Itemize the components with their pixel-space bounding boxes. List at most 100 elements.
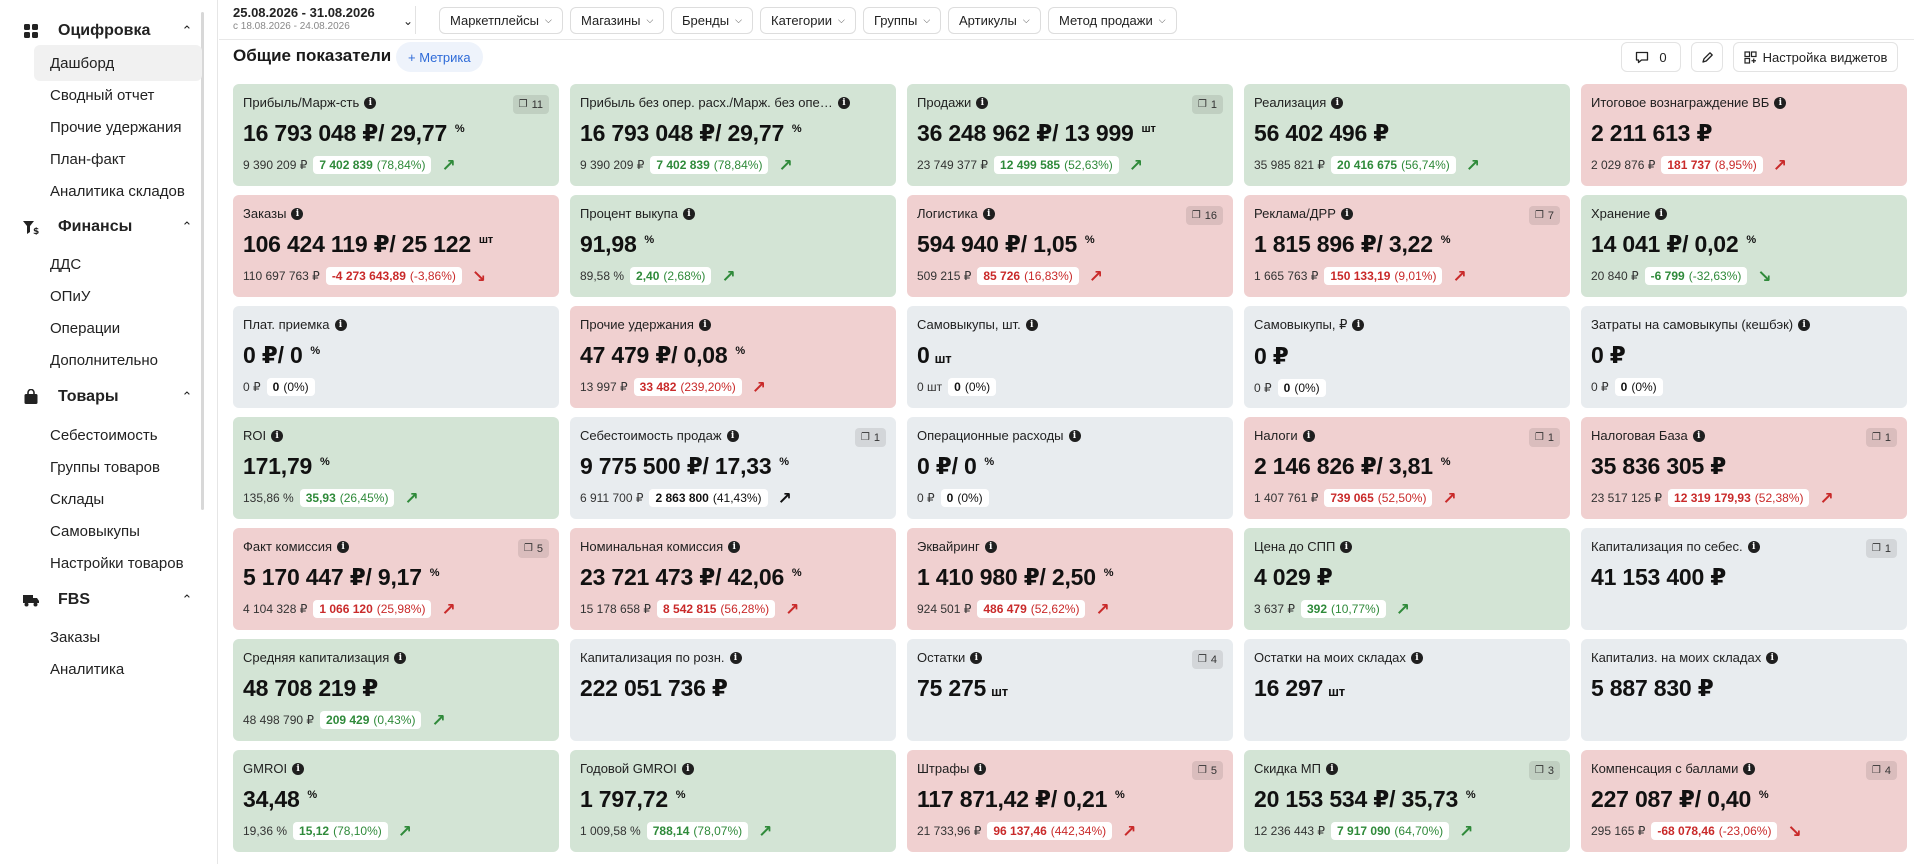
metric-card[interactable]: Затраты на самовыкупы (кешбэк) i 0 ₽ 0 ₽ 0 (0…: [1581, 306, 1907, 408]
info-icon[interactable]: i: [271, 429, 284, 442]
metric-card[interactable]: Операционные расходы i 0 ₽/ 0 % 0 ₽ 0 (0%): [907, 417, 1233, 519]
metric-card[interactable]: Процент выкупа i 91,98 % 89,58 % 2,40 (2,68%)…: [570, 195, 896, 297]
metric-count-badge[interactable]: ❐ 5: [1191, 761, 1223, 780]
metric-card[interactable]: Налоги i ❐ 1 2 146 826 ₽/ 3,81 % 1 407 761 ₽ 7…: [1244, 417, 1570, 519]
metric-count-badge[interactable]: ❐ 1: [1191, 95, 1223, 114]
info-icon[interactable]: i: [1798, 318, 1811, 331]
filter-dropdown[interactable]: Магазины ⌵: [570, 7, 665, 34]
metric-card[interactable]: Остатки на моих складах i 16 297 шт: [1244, 639, 1570, 741]
metric-card[interactable]: Прибыль без опер. расх./Марж. без опер. …: [570, 84, 896, 186]
comments-button[interactable]: 0: [1621, 42, 1681, 72]
sidebar-section-2[interactable]: $ Финансы ⌃: [12, 210, 202, 244]
metric-card[interactable]: Самовыкупы, ₽ i 0 ₽ 0 ₽ 0 (0%): [1244, 306, 1570, 408]
filter-dropdown[interactable]: Маркетплейсы ⌵: [439, 7, 563, 34]
info-icon[interactable]: i: [1352, 319, 1365, 331]
sidebar-item[interactable]: Прочие удержания: [34, 109, 202, 145]
info-icon[interactable]: i: [1302, 429, 1315, 442]
metric-card[interactable]: Самовыкупы, шт. i 0 шт 0 шт 0 (0%): [907, 306, 1233, 408]
metric-card[interactable]: Цена до СПП i 4 029 ₽ 3 637 ₽ 392 (10,77%) ↗: [1244, 528, 1570, 630]
metric-count-badge[interactable]: ❐ 4: [1865, 761, 1897, 780]
info-icon[interactable]: i: [976, 96, 989, 109]
sidebar-item[interactable]: ДДС: [34, 246, 202, 282]
sidebar-item[interactable]: Аналитика складов: [34, 173, 202, 209]
metric-card[interactable]: Скидка МП i ❐ 3 20 153 534 ₽/ 35,73 % 12 236 …: [1244, 750, 1570, 852]
sidebar-item[interactable]: Себестоимость: [34, 417, 202, 453]
info-icon[interactable]: i: [728, 540, 741, 553]
metric-card[interactable]: Средняя капитализация i 48 708 219 ₽ 48 498…: [233, 639, 559, 741]
metric-count-badge[interactable]: ❐ 1: [1865, 539, 1897, 558]
sidebar-item[interactable]: Операции: [34, 310, 202, 346]
metric-card[interactable]: Компенсация с баллами i ❐ 4 227 087 ₽/ 0,40 …: [1581, 750, 1907, 852]
metric-card[interactable]: Капитализация по себес. i ❐ 1 41 153 400 ₽: [1581, 528, 1907, 630]
metric-count-badge[interactable]: ❐ 1: [1865, 428, 1897, 447]
info-icon[interactable]: i: [682, 207, 695, 220]
metric-card[interactable]: Заказы i 106 424 119 ₽/ 25 122 шт 110 697 7…: [233, 195, 559, 297]
info-icon[interactable]: i: [364, 96, 377, 109]
sidebar-section-1[interactable]: Оцифровка ⌃: [12, 14, 202, 48]
sidebar-item[interactable]: План-факт: [34, 141, 202, 177]
metric-count-badge[interactable]: ❐ 5: [517, 539, 549, 558]
info-icon[interactable]: i: [838, 96, 850, 109]
metric-card[interactable]: Номинальная комиссия i 23 721 473 ₽/ 42,06…: [570, 528, 896, 630]
sidebar-item[interactable]: Дополнительно: [34, 342, 202, 378]
info-icon[interactable]: i: [1331, 96, 1344, 109]
sidebar-item[interactable]: Группы товаров: [34, 449, 202, 485]
info-icon[interactable]: i: [729, 651, 742, 664]
metric-card[interactable]: Факт комиссия i ❐ 5 5 170 447 ₽/ 9,17 % 4 104…: [233, 528, 559, 630]
sidebar-item[interactable]: Заказы: [34, 619, 202, 655]
metric-count-badge[interactable]: ❐ 1: [854, 428, 886, 447]
metric-card[interactable]: Прибыль/Марж-сть i ❐ 11 16 793 048 ₽/ 29,77 …: [233, 84, 559, 186]
info-icon[interactable]: i: [1340, 540, 1353, 553]
sidebar-section-4[interactable]: FBS ⌃: [12, 583, 202, 617]
metric-card[interactable]: Штрафы i ❐ 5 117 871,42 ₽/ 0,21 % 21 733,96 ₽…: [907, 750, 1233, 852]
metric-card[interactable]: ROI i 171,79 % 135,86 % 35,93 (26,45%) ↗: [233, 417, 559, 519]
metric-card[interactable]: Продажи i ❐ 1 36 248 962 ₽/ 13 999 шт 23 749 …: [907, 84, 1233, 186]
metric-card[interactable]: Капитализация по розн. i 222 051 736 ₽: [570, 639, 896, 741]
info-icon[interactable]: i: [984, 540, 997, 553]
sidebar-item[interactable]: Аналитика: [34, 651, 202, 687]
metric-count-badge[interactable]: ❐ 3: [1528, 761, 1560, 780]
metric-card[interactable]: GMROI i 34,48 % 19,36 % 15,12 (78,10%) ↗: [233, 750, 559, 852]
metric-card[interactable]: Годовой GMROI i 1 797,72 % 1 009,58 % 788,14…: [570, 750, 896, 852]
info-icon[interactable]: i: [394, 651, 407, 664]
chevron-up-icon[interactable]: ⌃: [176, 23, 198, 39]
metric-card[interactable]: Остатки i ❐ 4 75 275 шт: [907, 639, 1233, 741]
metric-card[interactable]: Себестоимость продаж i ❐ 1 9 775 500 ₽/ 17,3…: [570, 417, 896, 519]
metric-count-badge[interactable]: ❐ 16: [1185, 206, 1223, 225]
info-icon[interactable]: i: [982, 207, 995, 220]
metric-card[interactable]: Эквайринг i 1 410 980 ₽/ 2,50 % 924 501 ₽ 48…: [907, 528, 1233, 630]
chevron-up-icon[interactable]: ⌃: [176, 219, 198, 235]
info-icon[interactable]: i: [1766, 651, 1779, 664]
metric-count-badge[interactable]: ❐ 4: [1191, 650, 1223, 669]
chevron-up-icon[interactable]: ⌃: [176, 389, 198, 405]
sidebar-section-3[interactable]: Товары ⌃: [12, 380, 202, 414]
metric-card[interactable]: Логистика i ❐ 16 594 940 ₽/ 1,05 % 509 215 ₽ 8…: [907, 195, 1233, 297]
info-icon[interactable]: i: [1743, 762, 1756, 775]
sidebar-item[interactable]: Самовыкупы: [34, 513, 202, 549]
info-icon[interactable]: i: [1774, 96, 1787, 109]
info-icon[interactable]: i: [1692, 429, 1705, 442]
metric-card[interactable]: Прочие удержания i 47 479 ₽/ 0,08 % 13 997 …: [570, 306, 896, 408]
filter-dropdown[interactable]: Метод продажи ⌵: [1048, 7, 1177, 34]
info-icon[interactable]: i: [698, 318, 711, 331]
edit-button[interactable]: [1691, 42, 1723, 72]
info-icon[interactable]: i: [1747, 540, 1760, 553]
metric-card[interactable]: Хранение i 14 041 ₽/ 0,02 % 20 840 ₽ -6 799(…: [1581, 195, 1907, 297]
metric-card[interactable]: Плат. приемка i 0 ₽/ 0 % 0 ₽ 0 (0%): [233, 306, 559, 408]
sidebar-item[interactable]: Дашборд: [34, 45, 202, 81]
filter-dropdown[interactable]: Бренды ⌵: [671, 7, 753, 34]
chevron-up-icon[interactable]: ⌃: [176, 592, 198, 608]
metric-card[interactable]: Капитализ. на моих складах i 5 887 830 ₽: [1581, 639, 1907, 741]
info-icon[interactable]: i: [337, 540, 350, 553]
metric-count-badge[interactable]: ❐ 7: [1528, 206, 1560, 225]
filter-dropdown[interactable]: Категории ⌵: [760, 7, 856, 34]
date-range-picker[interactable]: 25.08.2026 - 31.08.2026 с 18.08.2026 - 2…: [233, 5, 433, 37]
info-icon[interactable]: i: [1655, 207, 1668, 220]
widget-settings-button[interactable]: Настройка виджетов: [1733, 42, 1898, 72]
info-icon[interactable]: i: [1025, 318, 1038, 331]
info-icon[interactable]: i: [1068, 429, 1081, 442]
info-icon[interactable]: i: [292, 762, 305, 775]
info-icon[interactable]: i: [1340, 207, 1353, 220]
metric-count-badge[interactable]: ❐ 1: [1528, 428, 1560, 447]
sidebar-item[interactable]: Сводный отчет: [34, 77, 202, 113]
